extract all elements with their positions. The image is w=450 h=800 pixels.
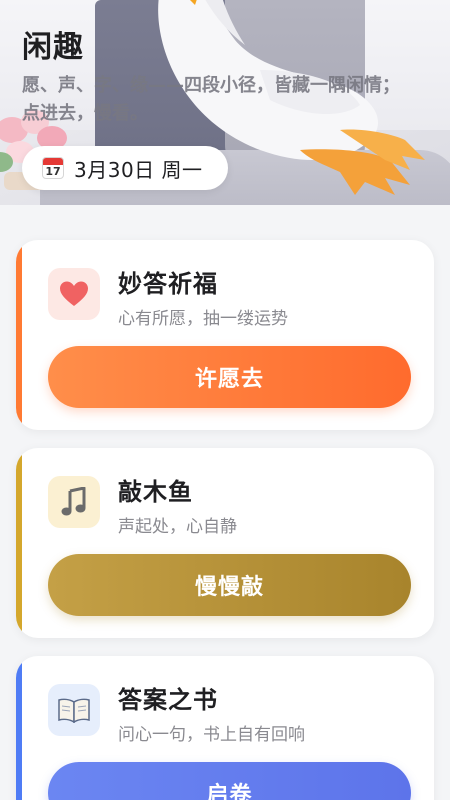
page-title: 闲趣 xyxy=(22,30,84,65)
card-title: 敲木鱼 xyxy=(118,478,193,506)
card-accent-bar xyxy=(16,448,22,638)
page-subtitle: 愿、声、字、缘——四段小径，皆藏一隅闲情；点进去，慢看。 xyxy=(22,75,400,124)
card-answer-book: 答案之书 问心一句，书上自有回响 启卷 xyxy=(16,656,434,800)
card-description: 声起处，心自静 xyxy=(118,517,237,537)
card-blessing: 妙答祈福 心有所愿，抽一缕运势 许愿去 xyxy=(16,240,434,430)
card-accent-bar xyxy=(16,656,22,800)
make-wish-button[interactable]: 许愿去 xyxy=(48,346,411,408)
card-description: 问心一句，书上自有回响 xyxy=(118,725,305,745)
open-book-icon xyxy=(48,684,100,736)
tap-slowly-button[interactable]: 慢慢敲 xyxy=(48,554,411,616)
heart-icon xyxy=(48,268,100,320)
card-description: 心有所愿，抽一缕运势 xyxy=(118,309,288,329)
card-title: 答案之书 xyxy=(118,686,218,714)
calendar-icon-day: 17 xyxy=(45,165,61,178)
card-title: 妙答祈福 xyxy=(118,270,218,298)
date-label: 3月30日 周一 xyxy=(74,157,203,182)
card-wooden-fish: 敲木鱼 声起处，心自静 慢慢敲 xyxy=(16,448,434,638)
hero-banner: 闲趣 愿、声、字、缘——四段小径，皆藏一隅闲情；点进去，慢看。 17 3月30日… xyxy=(0,0,450,205)
card-accent-bar xyxy=(16,240,22,430)
open-book-button[interactable]: 启卷 xyxy=(48,762,411,800)
date-pill: 17 3月30日 周一 xyxy=(22,146,228,190)
music-note-icon xyxy=(48,476,100,528)
calendar-icon: 17 xyxy=(42,157,64,179)
